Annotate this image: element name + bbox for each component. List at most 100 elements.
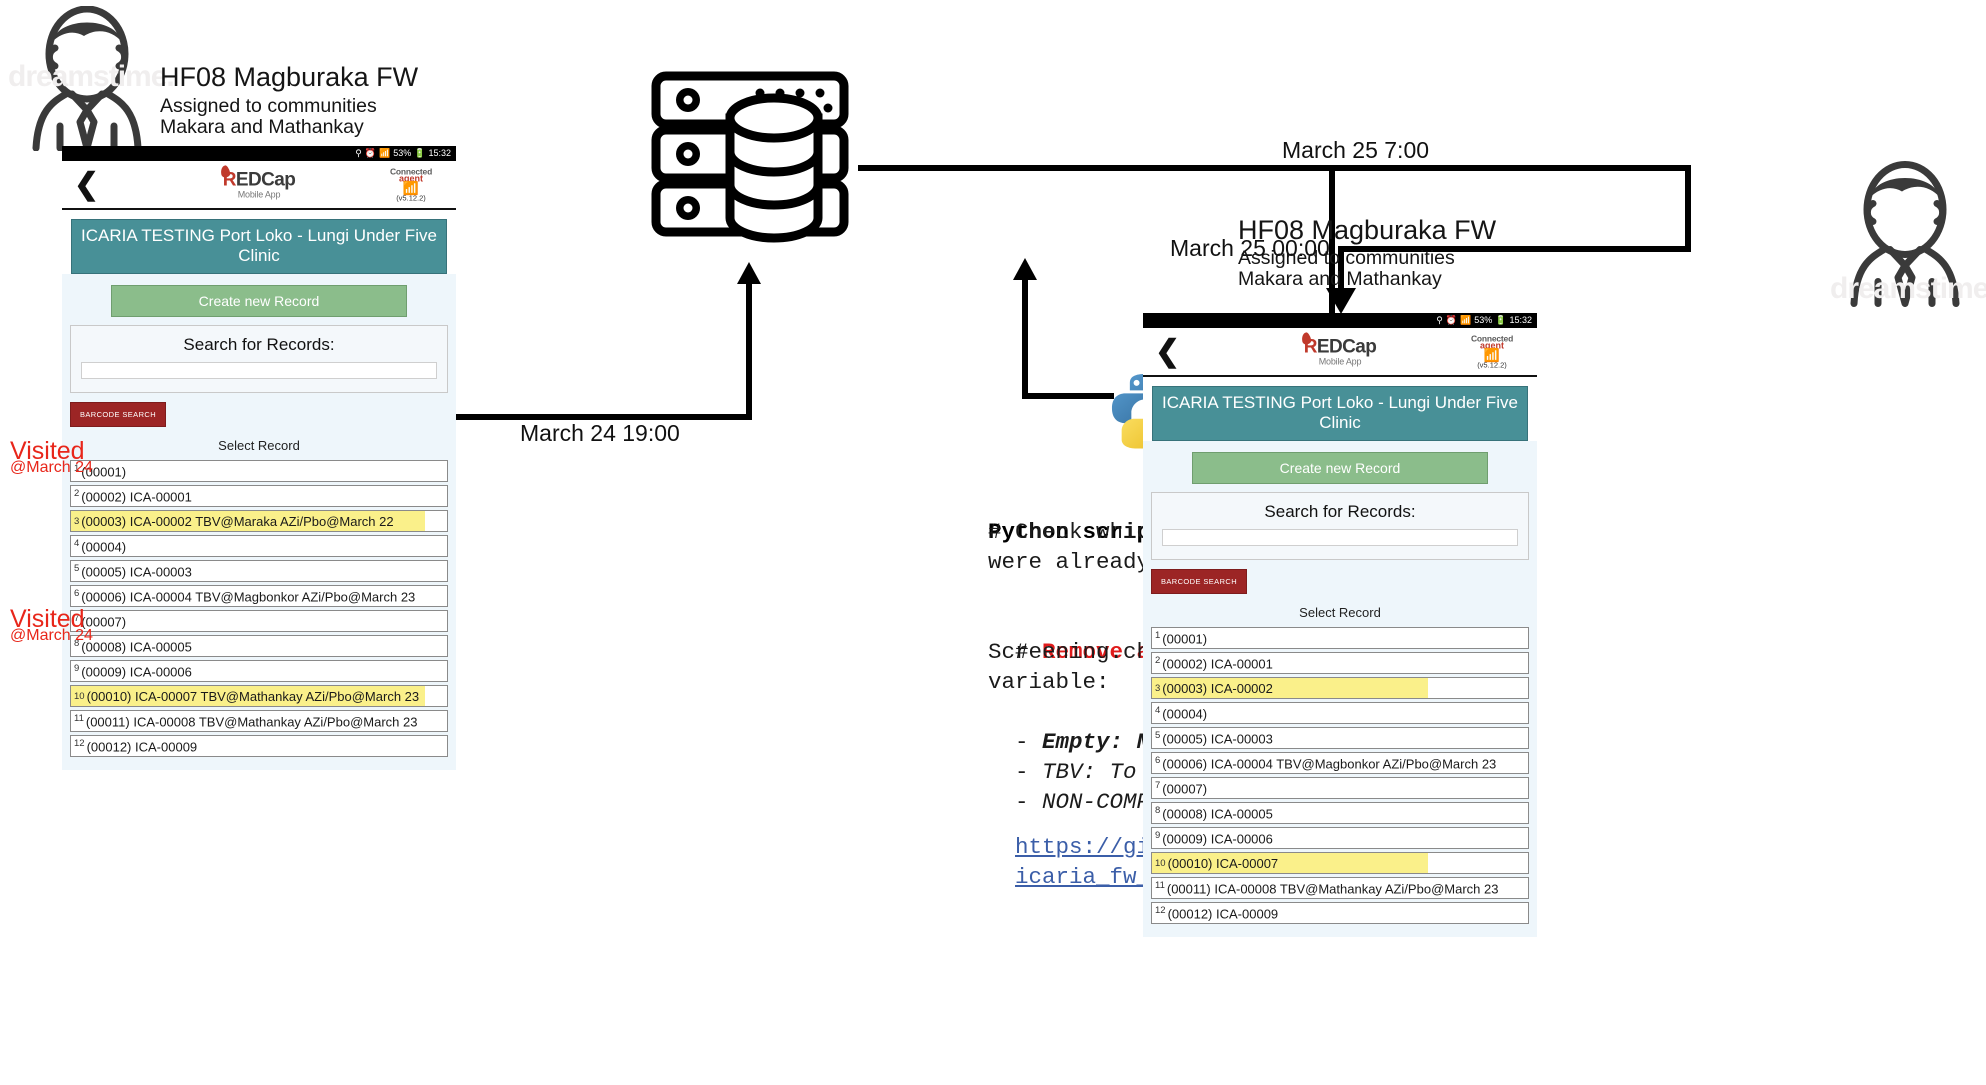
record-index: 6 [1155,755,1160,766]
project-title-bar: ICARIA TESTING Port Loko - Lungi Under F… [1152,386,1528,441]
barcode-search-button[interactable]: BARCODE SEARCH [1151,569,1247,594]
create-new-record-button[interactable]: Create new Record [111,285,408,317]
right-status-bar: ⚲ ⏰ 📶 53% 🔋 15:32 [1143,313,1537,328]
record-row[interactable]: 12(00012) ICA-00009 [70,735,448,757]
record-row-highlight: 3(00003) ICA-00002 [1152,678,1428,698]
left-person-subtitle-2: Makara and Mathankay [160,115,364,141]
arrow-python-to-db-head [1013,258,1037,280]
left-nav-bar: ❮ REDCap Mobile App Connected agent 📶 (v… [62,161,456,210]
record-index: 10 [74,691,85,702]
record-label: (00004) [81,539,126,554]
record-row[interactable]: 6(00006) ICA-00004 TBV@Magbonkor AZi/Pbo… [1151,752,1529,774]
left-record-list: 1(00001) 2(00002) ICA-00001 3(00003) ICA-0… [70,460,448,757]
right-field-worker-avatar [1840,158,1970,310]
visited-annotation-2-date: @March 24 [10,627,93,645]
record-index: 12 [74,738,85,749]
redcap-logo: REDCap Mobile App [1304,337,1376,366]
battery-icon: 🔋 [414,149,425,158]
visited-annotation-1-date: @March 24 [10,459,93,477]
agent-wifi-icon: 📶 [374,182,448,195]
create-new-record-button[interactable]: Create new Record [1192,452,1489,484]
record-row[interactable]: 1(00001) [1151,627,1529,649]
record-row[interactable]: 11(00011) ICA-00008 TBV@Mathankay AZi/Pb… [1151,877,1529,899]
back-chevron-icon[interactable]: ❮ [74,170,99,200]
battery-icon: 🔋 [1495,316,1506,325]
right-person-title: HF08 Magburaka FW [1238,217,1496,244]
record-index: 4 [74,538,79,549]
record-row-highlight: 10(00010) ICA-00007 [1152,853,1428,873]
record-row[interactable]: 3(00003) ICA-00002 TBV@Maraka AZi/Pbo@Ma… [70,510,448,532]
record-row[interactable]: 12(00012) ICA-00009 [1151,902,1529,924]
record-index: 2 [74,488,79,499]
arrow-phone-to-db-head [737,262,761,284]
record-label: (00005) ICA-00003 [1162,731,1273,746]
record-row[interactable]: 2(00002) ICA-00001 [1151,652,1529,674]
record-row[interactable]: 8(00008) ICA-00005 [1151,802,1529,824]
search-label: Search for Records: [1162,502,1518,522]
sync-time-label: March 25 7:00 [1282,137,1429,164]
record-label: (00010) ICA-00007 [1168,856,1279,871]
record-row[interactable]: 5(00005) ICA-00003 [1151,727,1529,749]
record-row-highlight: 10(00010) ICA-00007 TBV@Mathankay AZi/Pb… [71,686,425,706]
record-label: (00005) ICA-00003 [81,564,192,579]
record-row[interactable]: 10(00010) ICA-00007 TBV@Mathankay AZi/Pb… [70,685,448,707]
agent-wifi-icon: 📶 [1455,349,1529,362]
database-server-icon [650,70,850,260]
wifi-icon: 📶 [1460,316,1471,325]
connected-agent-badge: Connected agent 📶 (v5.12.2) [374,167,448,202]
arrow-phone-to-db-vertical [746,280,752,416]
flame-icon [220,164,231,178]
arrow-python-to-db-horizontal [1022,393,1114,399]
record-label: (00011) ICA-00008 TBV@Mathankay AZi/Pbo@… [86,714,418,729]
back-chevron-icon[interactable]: ❮ [1155,337,1180,367]
right-nav-bar: ❮ REDCap Mobile App Connected agent 📶 (v… [1143,328,1537,377]
record-index: 7 [1155,780,1160,791]
record-label: (00012) ICA-00009 [87,739,198,754]
status-clock: 15:32 [1509,316,1532,325]
record-index: 9 [74,663,79,674]
record-row[interactable]: 3(00003) ICA-00002 [1151,677,1529,699]
search-label: Search for Records: [81,335,437,355]
record-row[interactable]: 6(00006) ICA-00004 TBV@Magbonkor AZi/Pbo… [70,585,448,607]
alarm-icon: ⏰ [1446,316,1457,325]
record-index: 11 [1155,880,1165,891]
record-label: (00003) ICA-00002 [1162,681,1273,696]
record-row[interactable]: 1(00001) [70,460,448,482]
record-row[interactable]: 7(00007) [70,610,448,632]
record-row[interactable]: 2(00002) ICA-00001 [70,485,448,507]
record-row[interactable]: 8(00008) ICA-00005 [70,635,448,657]
alarm-icon: ⏰ [365,149,376,158]
record-label: (00002) ICA-00001 [1162,656,1273,671]
record-row[interactable]: 4(00004) [70,535,448,557]
right-phone-screen: ⚲ ⏰ 📶 53% 🔋 15:32 ❮ REDCap Mobile App Co… [1143,313,1537,937]
record-row[interactable]: 11(00011) ICA-00008 TBV@Mathankay AZi/Pb… [70,710,448,732]
record-index: 9 [1155,830,1160,841]
select-record-label: Select Record [1151,605,1529,620]
barcode-search-button[interactable]: BARCODE SEARCH [70,402,166,427]
record-row[interactable]: 7(00007) [1151,777,1529,799]
record-row[interactable]: 4(00004) [1151,702,1529,724]
record-row[interactable]: 5(00005) ICA-00003 [70,560,448,582]
record-label: (00012) ICA-00009 [1168,906,1279,921]
left-phone-screen: ⚲ ⏰ 📶 53% 🔋 15:32 ❮ REDCap Mobile App Co… [62,146,456,770]
record-index: 1 [1155,630,1160,641]
left-record-pane: Create new Record Search for Records: BA… [62,274,456,770]
search-input[interactable] [81,362,437,379]
battery-percent-label: 53% [393,149,411,158]
record-label: (00002) ICA-00001 [81,489,192,504]
record-row-highlight: 3(00003) ICA-00002 TBV@Maraka AZi/Pbo@Ma… [71,511,425,531]
upload-time-label: March 24 19:00 [520,420,680,447]
record-index: 5 [1155,730,1160,741]
select-record-label: Select Record [70,438,448,453]
battery-percent-label: 53% [1474,316,1492,325]
record-row[interactable]: 9(00009) ICA-00006 [70,660,448,682]
agent-version-label: (v5.12.2) [374,195,448,203]
location-icon: ⚲ [1436,316,1443,325]
record-index: 4 [1155,705,1160,716]
record-row[interactable]: 9(00009) ICA-00006 [1151,827,1529,849]
arrow-python-to-db-vertical [1022,276,1028,396]
right-person-subtitle-2: Makara and Mathankay [1238,267,1442,293]
record-row[interactable]: 10(00010) ICA-00007 [1151,852,1529,874]
search-input[interactable] [1162,529,1518,546]
redcap-logo-subtitle: Mobile App [223,190,295,199]
